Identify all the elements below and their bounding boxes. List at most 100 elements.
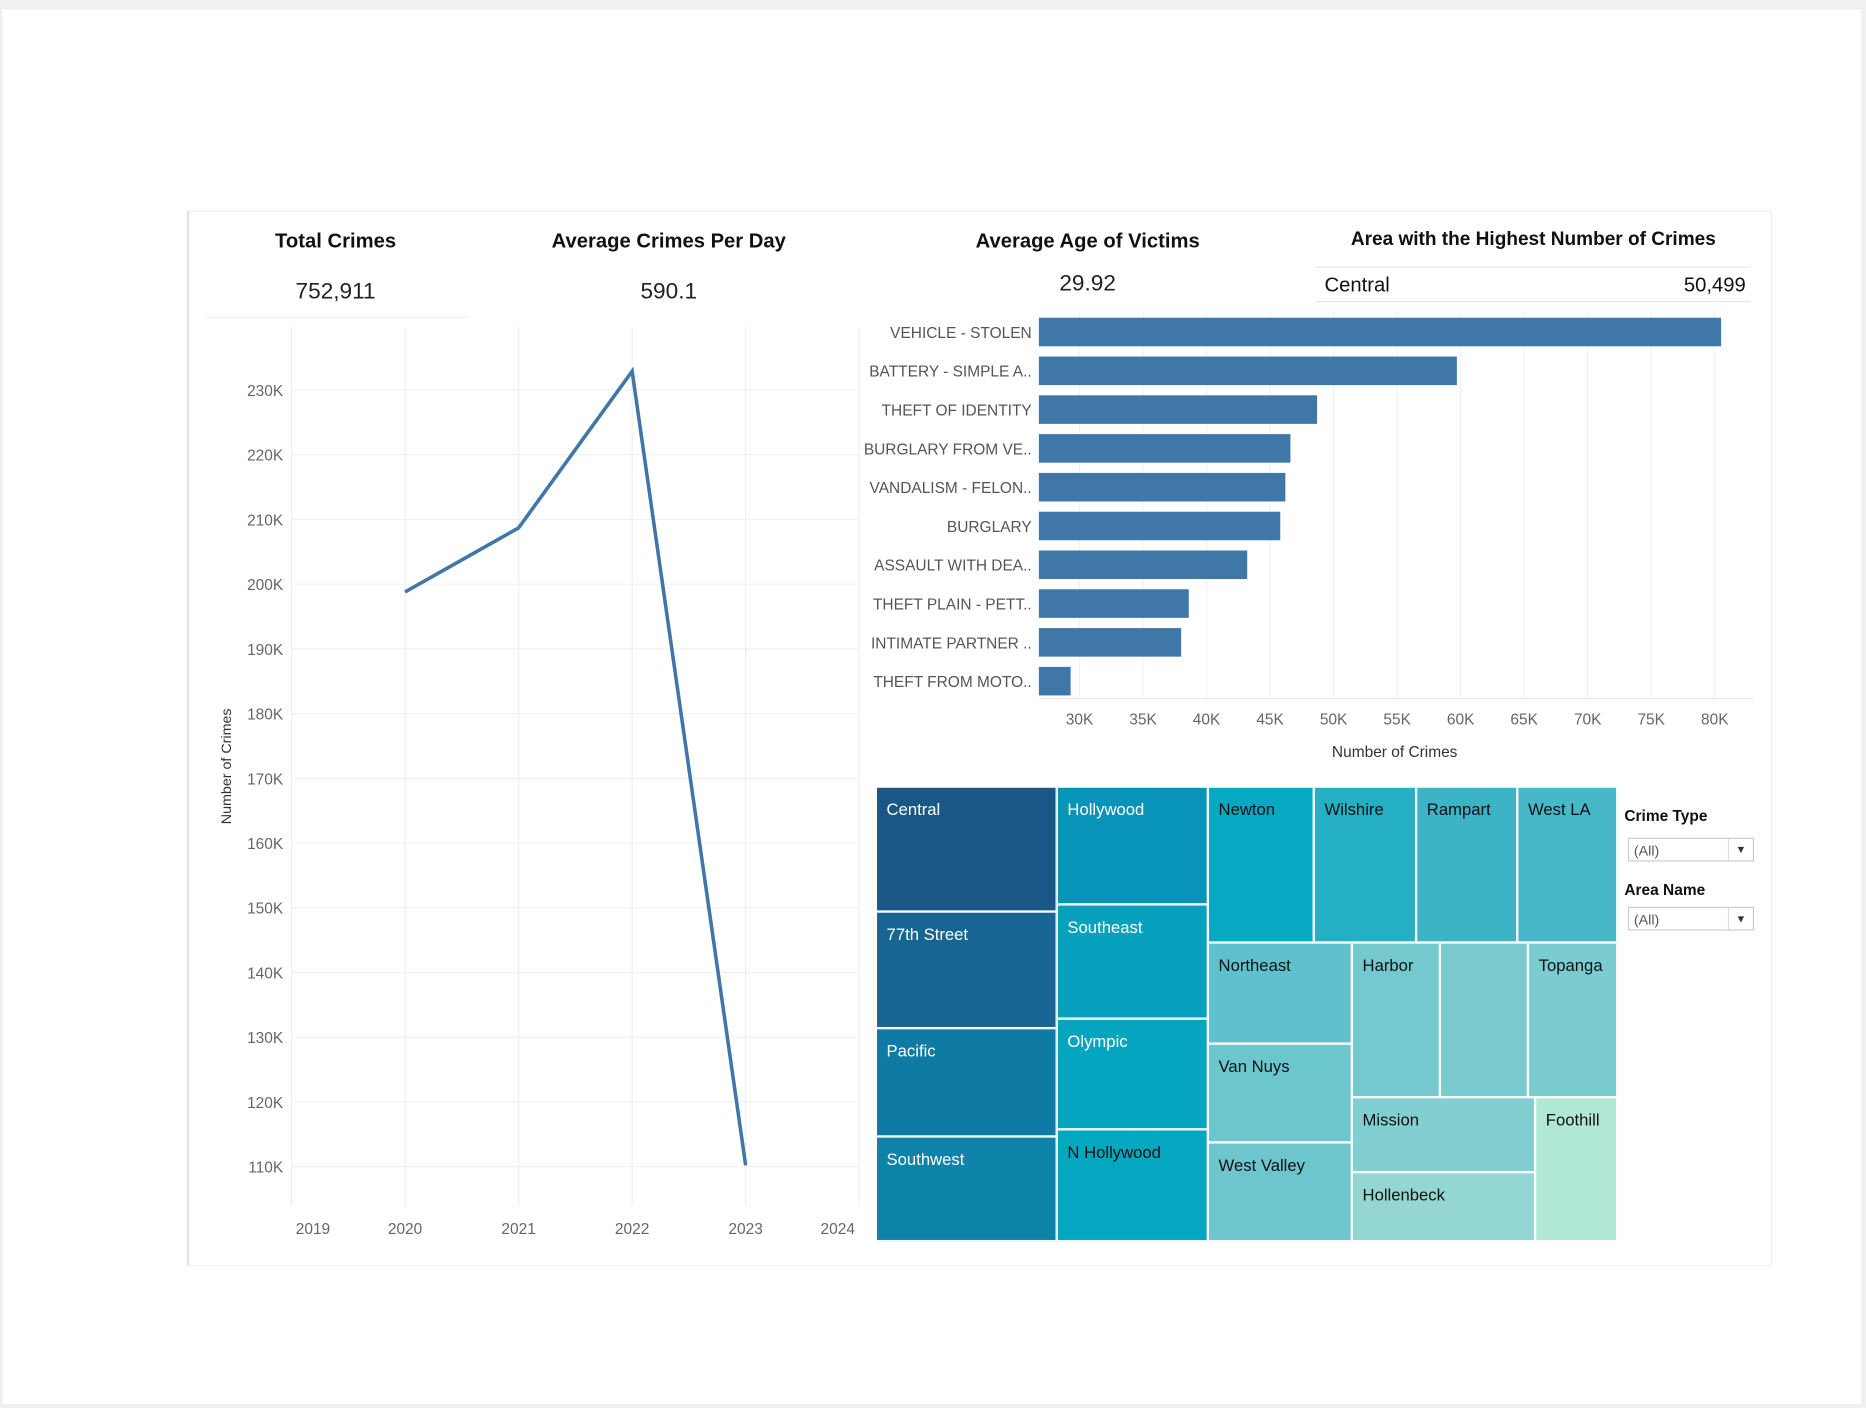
tile-label: N Hollywood xyxy=(1067,1142,1161,1162)
treemap-tile[interactable]: Rampart xyxy=(1417,787,1518,943)
kpi-avg-age-value: 29.92 xyxy=(1059,271,1116,297)
bar xyxy=(1038,317,1722,347)
category-label: BURGLARY FROM VE.. xyxy=(864,441,1032,458)
tile-label: Southwest xyxy=(886,1149,965,1169)
kpi-total-crimes-title: Total Crimes xyxy=(275,229,397,253)
tile-label: Hollenbeck xyxy=(1362,1185,1445,1205)
x-tick-label: 60K xyxy=(1447,712,1475,729)
tile-label: Mission xyxy=(1362,1110,1420,1130)
treemap-tile[interactable]: Southeast xyxy=(1057,905,1208,1019)
treemap-tile[interactable]: Mission xyxy=(1353,1098,1536,1173)
area-treemap: Central 77th Street Pacific Southwest Hollyw… xyxy=(877,787,1618,1242)
tile-label: Harbor xyxy=(1362,955,1414,975)
tile-label: West LA xyxy=(1527,799,1591,819)
tile-label: Northeast xyxy=(1218,955,1291,975)
treemap-tile[interactable]: West Valley xyxy=(1209,1143,1352,1242)
tile-label: Central xyxy=(886,799,941,819)
category-label: THEFT PLAIN - PETT.. xyxy=(873,597,1032,614)
category-label: THEFT OF IDENTITY xyxy=(882,403,1032,420)
y-tick-label: 170K xyxy=(247,771,284,788)
x-tick-label: 80K xyxy=(1701,712,1729,729)
treemap-tile[interactable]: Newton xyxy=(1209,787,1314,943)
bar xyxy=(1038,472,1286,502)
category-label: THEFT FROM MOTO.. xyxy=(873,674,1031,691)
kpi-top-area-value: 50,499 xyxy=(1683,273,1746,297)
bar xyxy=(1038,589,1189,618)
kpi-total-crimes-value: 752,911 xyxy=(295,279,376,305)
x-tick-label: 65K xyxy=(1510,712,1538,729)
tile-label: Olympic xyxy=(1067,1031,1128,1051)
bar xyxy=(1038,550,1248,580)
crime-type-bar-chart: 30K 35K 40K 45K 50K 55K 60K 65K 70K 75K 80K VEHICLE… xyxy=(864,311,1753,761)
chevron-down-icon[interactable]: ▼ xyxy=(1727,907,1753,930)
bar xyxy=(1038,356,1457,386)
y-tick-label: 190K xyxy=(247,642,284,659)
y-tick-label: 150K xyxy=(247,901,284,918)
y-tick-label: 130K xyxy=(247,1030,284,1047)
x-tick-label: 30K xyxy=(1066,712,1094,729)
bar xyxy=(1038,434,1291,463)
area-name-dropdown-value: (All) xyxy=(1633,911,1660,929)
treemap-tile[interactable]: Topanga xyxy=(1529,943,1618,1098)
category-label: BATTERY - SIMPLE A.. xyxy=(869,364,1031,381)
kpi-avg-per-day-value: 590.1 xyxy=(640,279,698,305)
bar xyxy=(1038,628,1182,657)
treemap-tile[interactable]: Hollenbeck xyxy=(1353,1173,1536,1242)
x-tick-label: 2022 xyxy=(615,1221,649,1238)
treemap-tile[interactable]: Pacific xyxy=(877,1029,1057,1137)
x-tick-label: 2020 xyxy=(388,1221,422,1238)
area-name-dropdown[interactable]: (All) ▼ xyxy=(1627,906,1755,931)
tile-label: Rampart xyxy=(1426,799,1491,819)
crime-type-dropdown[interactable]: (All) ▼ xyxy=(1627,837,1755,862)
treemap-tile[interactable]: Harbor xyxy=(1353,943,1440,1098)
x-tick-label: 35K xyxy=(1129,712,1157,729)
bar xyxy=(1038,511,1281,541)
tile-label: 77th Street xyxy=(886,924,969,944)
treemap-tile[interactable]: Southwest xyxy=(877,1137,1057,1242)
treemap-tile[interactable]: N Hollywood xyxy=(1057,1130,1208,1242)
kpi-avg-per-day-title: Average Crimes Per Day xyxy=(551,229,786,253)
category-label: INTIMATE PARTNER .. xyxy=(871,635,1032,652)
area-name-filter-label: Area Name xyxy=(1624,880,1706,899)
y-tick-label: 210K xyxy=(247,512,284,529)
treemap-tile[interactable]: Hollywood xyxy=(1057,787,1208,905)
treemap-tile[interactable]: Northeast xyxy=(1209,943,1352,1044)
tile-label: Foothill xyxy=(1545,1110,1600,1130)
x-tick-label: 2019 xyxy=(296,1221,330,1238)
x-tick-label: 70K xyxy=(1574,712,1602,729)
y-tick-label: 110K xyxy=(248,1160,284,1177)
tile-label: Hollywood xyxy=(1067,799,1145,819)
tile-label: Pacific xyxy=(886,1041,936,1061)
crime-type-dropdown-value: (All) xyxy=(1633,842,1660,860)
y-tick-label: 220K xyxy=(247,448,284,465)
x-tick-label: 2021 xyxy=(501,1221,535,1238)
treemap-tile[interactable] xyxy=(1441,943,1528,1098)
y-tick-label: 120K xyxy=(247,1095,284,1112)
bar xyxy=(1038,395,1318,424)
bar xyxy=(1038,666,1071,696)
treemap-tile[interactable]: Olympic xyxy=(1057,1019,1208,1130)
treemap-tile[interactable]: West LA xyxy=(1518,787,1618,943)
treemap-tile[interactable]: Wilshire xyxy=(1314,787,1417,943)
y-tick-label: 200K xyxy=(247,577,284,594)
chevron-down-icon[interactable]: ▼ xyxy=(1727,838,1753,861)
y-tick-label: 180K xyxy=(247,707,284,724)
tile-label: Van Nuys xyxy=(1218,1056,1290,1076)
kpi-top-area-name: Central xyxy=(1324,273,1390,297)
category-label: VEHICLE - STOLEN xyxy=(890,325,1032,342)
crime-type-filter-label: Crime Type xyxy=(1624,806,1708,825)
tile-label: West Valley xyxy=(1218,1155,1305,1175)
tile-label: Wilshire xyxy=(1324,799,1384,819)
crimes-line xyxy=(404,366,748,1166)
treemap-tile[interactable]: Foothill xyxy=(1536,1098,1618,1242)
category-label: VANDALISM - FELON.. xyxy=(870,480,1032,497)
treemap-tile[interactable]: 77th Street xyxy=(877,912,1057,1029)
treemap-tile[interactable]: Central xyxy=(877,787,1057,912)
category-label: BURGLARY xyxy=(947,519,1032,536)
treemap-tile[interactable]: Van Nuys xyxy=(1209,1044,1352,1143)
y-tick-label: 160K xyxy=(247,836,284,853)
y-axis-title: Number of Crimes xyxy=(219,708,235,824)
crimes-by-year-line-chart: 2019 2020 2021 2022 2023 2024 110K 120K 130K 140K… xyxy=(219,327,860,1238)
category-label: ASSAULT WITH DEA.. xyxy=(874,558,1032,575)
y-tick-label: 230K xyxy=(247,383,284,400)
